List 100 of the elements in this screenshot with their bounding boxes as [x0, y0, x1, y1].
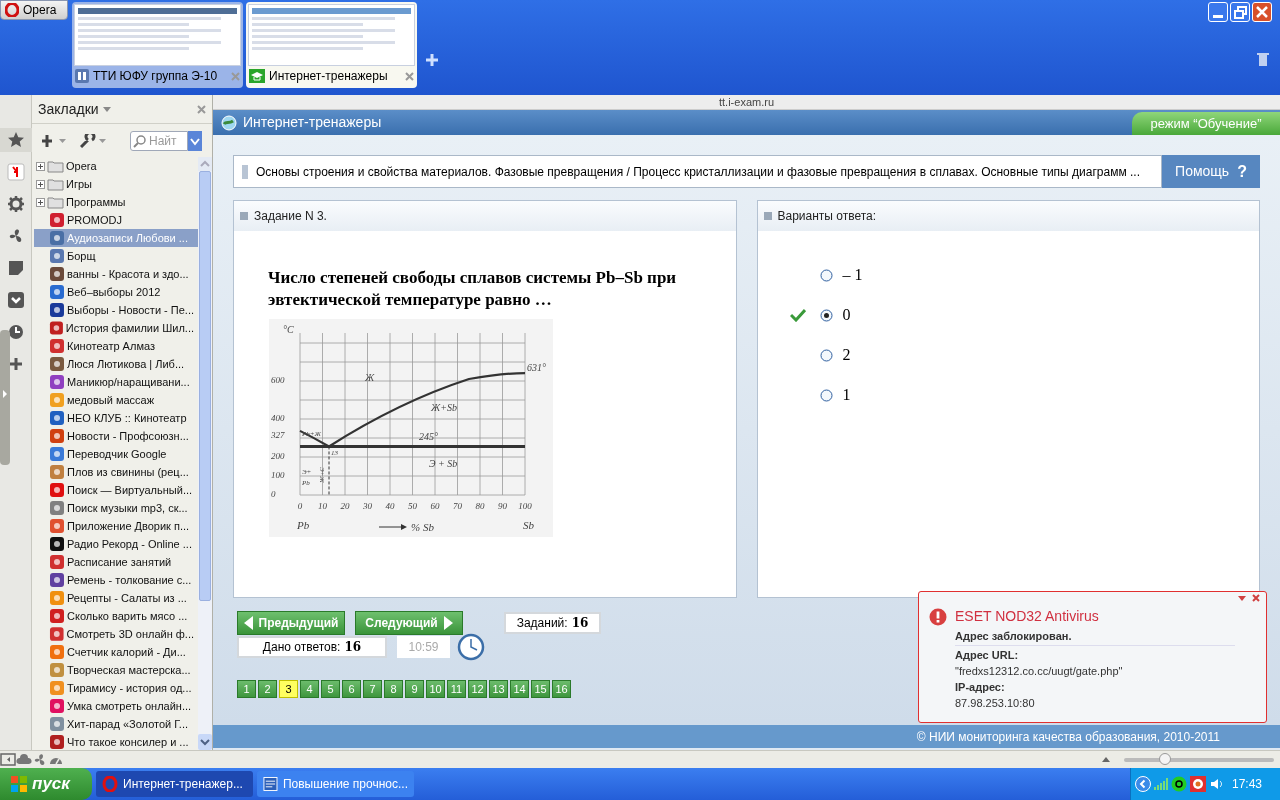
tab-title: Интернет-тренажеры: [269, 68, 389, 85]
option-label[interactable]: 0: [842, 303, 851, 327]
chevron-left-icon[interactable]: [1135, 776, 1151, 792]
bookmark-item[interactable]: Борщ: [34, 247, 198, 265]
bookmark-item[interactable]: Люся Лютикова | Либ...: [34, 355, 198, 373]
bookmark-item[interactable]: Поиск музыки mp3, ск...: [34, 499, 198, 517]
close-button[interactable]: [1252, 2, 1272, 22]
globe-icon: [221, 114, 237, 131]
radio-button[interactable]: [819, 388, 833, 402]
star-icon[interactable]: [6, 131, 25, 149]
bookmark-item[interactable]: Переводчик Google: [34, 445, 198, 463]
option-label[interactable]: 2: [842, 343, 851, 367]
gear-icon[interactable]: [6, 195, 25, 213]
panel-handle-icon[interactable]: [0, 330, 10, 465]
bookmark-item[interactable]: Новости - Профсоюзн...: [34, 427, 198, 445]
field-label: IP-адрес:: [955, 680, 1006, 695]
bookmark-folder[interactable]: Программы: [34, 193, 198, 211]
bookmark-item[interactable]: Ремень - толкование с...: [34, 571, 198, 589]
bookmark-item[interactable]: Веб–выборы 2012: [34, 283, 198, 301]
bookmark-item[interactable]: Приложение Дворик п...: [34, 517, 198, 535]
bookmark-item[interactable]: медовый массаж: [34, 391, 198, 409]
slider-thumb[interactable]: [1158, 752, 1171, 765]
browser-tab[interactable]: ТТИ ЮФУ группа Э-10: [72, 2, 243, 88]
axis-tick-label: 100: [271, 470, 285, 480]
clock-icon[interactable]: [6, 323, 25, 341]
tasks-count: Заданий: 16: [504, 612, 601, 634]
answers-count: Дано ответов: 16: [237, 636, 387, 658]
page-number-button[interactable]: 3: [279, 680, 298, 698]
option-label[interactable]: 1: [842, 383, 851, 407]
timer: 10:59: [397, 636, 450, 658]
bookmark-item[interactable]: Что такое консилер и ...: [34, 733, 198, 750]
axis-tick-label: 40: [385, 501, 395, 511]
opera-menu-button[interactable]: Opera: [0, 0, 68, 20]
browser-tab[interactable]: Интернет-тренажеры: [246, 2, 417, 88]
bullet-icon: [242, 164, 248, 179]
address-bar: tt.i-exam.ru: [213, 95, 1280, 110]
bookmark-item[interactable]: PROMODJ: [34, 211, 198, 229]
restore-icon: [1233, 5, 1247, 19]
radio-button[interactable]: [819, 268, 833, 282]
bookmark-item[interactable]: НЕО КЛУБ :: Кинотеатр: [34, 409, 198, 427]
question-text: Число степеней свободы сплавов системы Pb–Sb при эвтектической температуре равно …: [268, 267, 678, 311]
bookmark-folder[interactable]: Игры: [34, 175, 198, 193]
bookmark-folder[interactable]: Opera: [34, 157, 198, 175]
bookmark-item[interactable]: Сколько варить мясо ...: [34, 607, 198, 625]
panel-title: Задание N 3.: [254, 208, 327, 225]
taskbar-button[interactable]: Повышение прочнос...: [257, 771, 414, 797]
close-icon[interactable]: [1252, 594, 1260, 602]
region-label: 245°: [419, 431, 438, 442]
new-tab-icon[interactable]: [426, 54, 438, 66]
bookmark-item[interactable]: Хит-парад «Золотой Г...: [34, 715, 198, 733]
speaker-icon[interactable]: [1209, 776, 1225, 792]
add-icon[interactable]: [42, 134, 66, 147]
bookmark-item[interactable]: Маникюр/наращивани...: [34, 373, 198, 391]
radio-button[interactable]: [819, 308, 833, 322]
dropdown-caret-icon[interactable]: [1238, 596, 1246, 601]
scroll-down-icon[interactable]: [198, 734, 212, 750]
help-button[interactable]: Помощь ?: [1162, 155, 1260, 188]
minimize-button[interactable]: [1208, 2, 1228, 22]
dropdown-button-icon[interactable]: [188, 130, 202, 151]
bookmark-item[interactable]: Рецепты - Салаты из ...: [34, 589, 198, 607]
bookmark-item[interactable]: Поиск — Виртуальный...: [34, 481, 198, 499]
dropdown-caret-icon[interactable]: [102, 106, 111, 112]
bookmark-item[interactable]: Выборы - Новости - Пе...: [34, 301, 198, 319]
bookmark-item[interactable]: История фамилии Шил...: [34, 319, 198, 337]
document-icon: [263, 776, 278, 792]
expand-icon[interactable]: [36, 197, 45, 207]
target-icon[interactable]: [1190, 776, 1206, 792]
axis-label: Sb: [523, 519, 534, 531]
expand-icon[interactable]: [36, 161, 45, 171]
axis-title: % Sb: [411, 521, 434, 533]
bookmark-item[interactable]: Тирамису - история од...: [34, 679, 198, 697]
bookmark-item[interactable]: Расписание занятий: [34, 553, 198, 571]
download-icon[interactable]: [6, 291, 25, 309]
bookmark-item[interactable]: Творческая мастерска...: [34, 661, 198, 679]
option-label[interactable]: – 1: [842, 263, 863, 287]
bookmark-item[interactable]: Счетчик калорий - Ди...: [34, 643, 198, 661]
expand-icon[interactable]: [36, 179, 45, 189]
wrench-icon[interactable]: [80, 133, 106, 148]
restore-button[interactable]: [1230, 2, 1250, 22]
search-field[interactable]: Найт: [130, 130, 188, 151]
bookmark-item[interactable]: Смотреть 3D онлайн ф...: [34, 625, 198, 643]
bookmark-item[interactable]: Радио Рекорд - Online ...: [34, 535, 198, 553]
bookmark-item[interactable]: Кинотеатр Алмаз: [34, 337, 198, 355]
tab-title: ТТИ ЮФУ группа Э-10: [93, 68, 219, 85]
folder-icon: [47, 159, 64, 173]
close-icon[interactable]: [197, 104, 206, 114]
panel-toggle-icon[interactable]: [0, 752, 16, 767]
taskbar-button[interactable]: Интернет-тренажер...: [96, 771, 253, 797]
bookmark-item[interactable]: Умка смотреть онлайн...: [34, 697, 198, 715]
radio-button[interactable]: [819, 348, 833, 362]
bookmark-item[interactable]: Плов из свинины (рец...: [34, 463, 198, 481]
note-icon[interactable]: [6, 259, 25, 277]
bullet-icon: [240, 212, 248, 220]
scroll-up-icon[interactable]: [1102, 757, 1110, 762]
footer-bar: © НИИ мониторинга качества образования, 2010-2011: [213, 725, 1280, 748]
close-icon[interactable]: [405, 71, 414, 81]
bookmark-item[interactable]: ванны - Красота и здо...: [34, 265, 198, 283]
trash-icon[interactable]: [1257, 52, 1269, 66]
scrollbar[interactable]: [198, 157, 212, 750]
cloud-icon[interactable]: [16, 752, 32, 767]
